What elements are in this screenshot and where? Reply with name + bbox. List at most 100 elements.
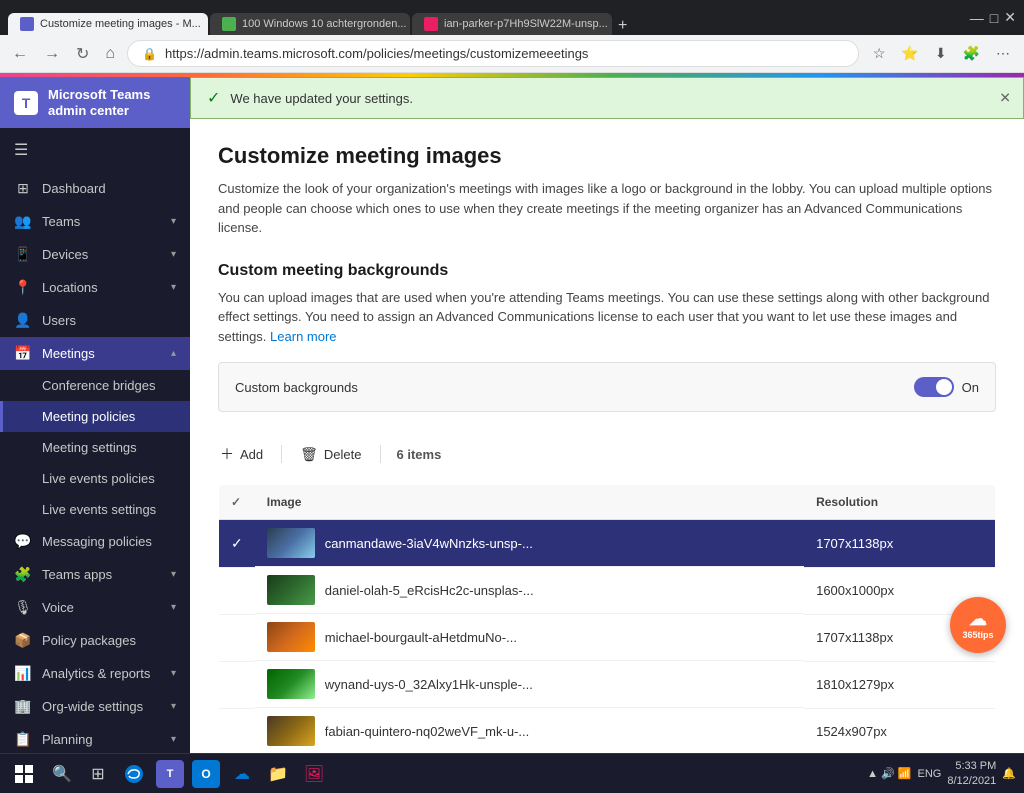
header-check: ✓ [219, 485, 255, 520]
tab-active[interactable]: Customize meeting images - M... ✕ [8, 13, 208, 35]
back-button[interactable]: ← [8, 41, 32, 67]
toggle-switch[interactable]: On [914, 377, 979, 397]
home-button[interactable]: ⌂ [101, 41, 119, 67]
meetings-icon: 📅 [14, 345, 32, 362]
onedrive-icon[interactable]: ☁ [228, 760, 256, 788]
filename-3: michael-bourgault-aHetdmuNo-... [325, 630, 517, 645]
dashboard-icon: ⊞ [14, 180, 32, 197]
sidebar-header: T Microsoft Teams admin center [0, 77, 190, 128]
row-image-5: fabian-quintero-nq02weVF_mk-u-... [255, 708, 804, 753]
collections-icon[interactable]: ⭐ [895, 41, 924, 66]
menu-icon[interactable]: ⋯ [990, 41, 1016, 66]
sidebar-item-dashboard[interactable]: ⊞ Dashboard [0, 172, 190, 205]
address-bar[interactable]: 🔒 https://admin.teams.microsoft.com/poli… [127, 40, 859, 67]
sidebar-item-meeting-settings[interactable]: Meeting settings [0, 432, 190, 463]
edge-icon[interactable] [120, 760, 148, 788]
toggle-label: Custom backgrounds [235, 380, 914, 395]
sidebar-toggle-button[interactable]: ☰ [0, 128, 190, 172]
search-taskbar-icon[interactable]: 🔍 [48, 760, 76, 788]
devices-icon: 📱 [14, 246, 32, 263]
thumbnail-1 [267, 528, 315, 558]
table-row[interactable]: michael-bourgault-aHetdmuNo-... 1707x113… [219, 614, 996, 661]
sidebar-item-messaging-policies[interactable]: 💬 Messaging policies [0, 525, 190, 558]
taskbar-clock: 5:33 PM 8/12/2021 [947, 759, 996, 788]
sidebar-item-label: Policy packages [42, 633, 176, 648]
sidebar-item-teams[interactable]: 👥 Teams ▾ [0, 205, 190, 238]
table-row[interactable]: wynand-uys-0_32Alxy1Hk-unsple-... 1810x1… [219, 661, 996, 708]
sidebar-item-conference-bridges[interactable]: Conference bridges [0, 370, 190, 401]
taskview-icon[interactable]: ⊞ [84, 760, 112, 788]
download-icon[interactable]: ⬇ [929, 41, 953, 66]
sidebar-item-label: Teams apps [42, 567, 161, 582]
section-description: You can upload images that are used when… [218, 288, 996, 347]
app-layout: T Microsoft Teams admin center ☰ ⊞ Dashb… [0, 77, 1024, 753]
tab-title-2: 100 Windows 10 achtergronden... [242, 18, 407, 30]
planning-icon: 📋 [14, 731, 32, 748]
sidebar-item-voice[interactable]: 🎙 Voice ▾ [0, 591, 190, 624]
address-text: https://admin.teams.microsoft.com/polici… [165, 46, 588, 61]
extension-icon[interactable]: 🧩 [957, 41, 986, 66]
sidebar-item-teams-apps[interactable]: 🧩 Teams apps ▾ [0, 558, 190, 591]
sidebar-item-analytics-reports[interactable]: 📊 Analytics & reports ▾ [0, 657, 190, 690]
chevron-down-icon: ▾ [171, 701, 176, 712]
toggle-on-label: On [962, 380, 979, 395]
refresh-button[interactable]: ↻ [72, 40, 93, 68]
file-explorer-icon[interactable]: 📁 [264, 760, 292, 788]
forward-button[interactable]: → [40, 41, 64, 67]
sidebar-item-org-settings[interactable]: 🏢 Org-wide settings ▾ [0, 690, 190, 723]
tab-3[interactable]: ian-parker-p7Hh9SlW22M-unsp... ✕ [412, 13, 612, 35]
add-button[interactable]: ＋ Add [218, 440, 265, 468]
row-image-4: wynand-uys-0_32Alxy1Hk-unsple-... [255, 661, 804, 708]
toggle-track[interactable] [914, 377, 954, 397]
browser-toolbar: ← → ↻ ⌂ 🔒 https://admin.teams.microsoft.… [0, 35, 1024, 73]
voice-icon: 🎙 [14, 599, 32, 616]
minimize-button[interactable]: — [970, 10, 984, 26]
tab-2[interactable]: 100 Windows 10 achtergronden... ✕ [210, 13, 410, 35]
outlook-icon[interactable]: O [192, 760, 220, 788]
favorites-icon[interactable]: ☆ [867, 41, 892, 66]
toggle-thumb [936, 379, 952, 395]
table-row[interactable]: daniel-olah-5_eRcisHc2c-unsplas-... 1600… [219, 567, 996, 614]
sidebar-item-meetings[interactable]: 📅 Meetings ▴ [0, 337, 190, 370]
maximize-button[interactable]: □ [990, 10, 998, 26]
sidebar-item-users[interactable]: 👤 Users [0, 304, 190, 337]
sidebar-item-label: Analytics & reports [42, 666, 161, 681]
sidebar-item-label: Meetings [42, 346, 161, 361]
new-tab-button[interactable]: + [614, 17, 631, 35]
items-toolbar: ＋ Add 🗑 Delete 6 items [218, 432, 996, 476]
table-row[interactable]: fabian-quintero-nq02weVF_mk-u-... 1524x9… [219, 708, 996, 753]
filename-4: wynand-uys-0_32Alxy1Hk-unsple-... [325, 677, 533, 692]
row-check-5 [219, 708, 255, 753]
success-banner-close[interactable]: ✕ [999, 90, 1011, 107]
sidebar-item-locations[interactable]: 📍 Locations ▾ [0, 271, 190, 304]
delete-button[interactable]: 🗑 Delete [298, 442, 363, 467]
chevron-down-icon: ▾ [171, 569, 176, 580]
sidebar-item-label: Voice [42, 600, 161, 615]
sidebar-item-live-events-policies[interactable]: Live events policies [0, 463, 190, 494]
policy-icon: 📦 [14, 632, 32, 649]
teams-taskbar-icon[interactable]: T [156, 760, 184, 788]
success-check-icon: ✓ [207, 88, 220, 108]
tab-title-active: Customize meeting images - M... [40, 18, 201, 30]
notifications-bell-icon[interactable]: 🔔 [1002, 767, 1016, 780]
org-icon: 🏢 [14, 698, 32, 715]
photos-icon[interactable]: 🖼 [300, 760, 328, 788]
sidebar-item-live-events-settings[interactable]: Live events settings [0, 494, 190, 525]
start-button[interactable] [8, 758, 40, 790]
sidebar: T Microsoft Teams admin center ☰ ⊞ Dashb… [0, 77, 190, 753]
sidebar-item-devices[interactable]: 📱 Devices ▾ [0, 238, 190, 271]
current-date: 8/12/2021 [947, 774, 996, 788]
toolbar-actions: ☆ ⭐ ⬇ 🧩 ⋯ [867, 41, 1016, 66]
sidebar-nav: ⊞ Dashboard 👥 Teams ▾ 📱 Devices ▾ 📍 Loca… [0, 172, 190, 753]
sidebar-item-meeting-policies[interactable]: Meeting policies [0, 401, 190, 432]
thumbnail-5 [267, 716, 315, 746]
sidebar-item-policy-packages[interactable]: 📦 Policy packages [0, 624, 190, 657]
row-image-2: daniel-olah-5_eRcisHc2c-unsplas-... [255, 567, 804, 614]
page-content: Customize meeting images Customize the l… [190, 119, 1024, 753]
chevron-down-icon: ▾ [171, 602, 176, 613]
taskbar: 🔍 ⊞ T O ☁ 📁 🖼 ▲ 🔊 📶 ENG 5:33 PM 8/12/202… [0, 753, 1024, 793]
add-icon: ＋ [220, 444, 234, 464]
close-window-button[interactable]: ✕ [1004, 9, 1016, 26]
learn-more-link[interactable]: Learn more [270, 329, 336, 344]
table-row[interactable]: ✓ canmandawe-3iaV4wNnzks-unsp-... 1707x1… [219, 520, 996, 568]
